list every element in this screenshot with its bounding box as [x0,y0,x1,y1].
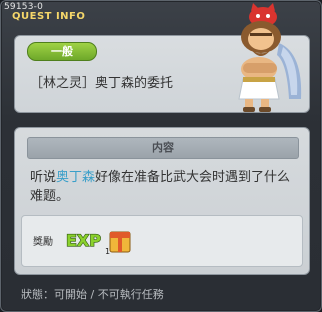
quest-item-box-icon[interactable]: 1 [104,224,134,256]
content-section-title: 内容 [27,137,299,159]
content-panel: 内容 听说奥丁森好像在准备比武大会时遇到了什么难题。 獎勵 EXP 1 [14,127,310,275]
description-text-start: 听说 [30,170,57,185]
quest-name: ［林之灵］奥丁森的委托 [30,76,174,91]
exp-text: EXP [66,231,101,250]
exp-reward-icon[interactable]: EXP [65,226,101,252]
window-title: QUEST INFO [12,11,86,22]
npc-portrait-icon [238,3,302,112]
quest-info-window: 59153-0 QUEST INFO 一般 ［林之灵］奥丁森的委托 内容 听说奥… [0,0,322,312]
category-badge: 一般 [27,42,97,61]
quest-description: 听说奥丁森好像在准备比武大会时遇到了什么难题。 [30,168,300,206]
reward-label: 獎勵 [33,237,53,248]
reward-box: 獎勵 EXP 1 [21,215,303,267]
npc-name-highlight: 奥丁森 [56,170,96,185]
item-count: 1 [105,247,110,256]
quest-status: 狀態：可開始 / 不可執行任務 [21,288,164,301]
